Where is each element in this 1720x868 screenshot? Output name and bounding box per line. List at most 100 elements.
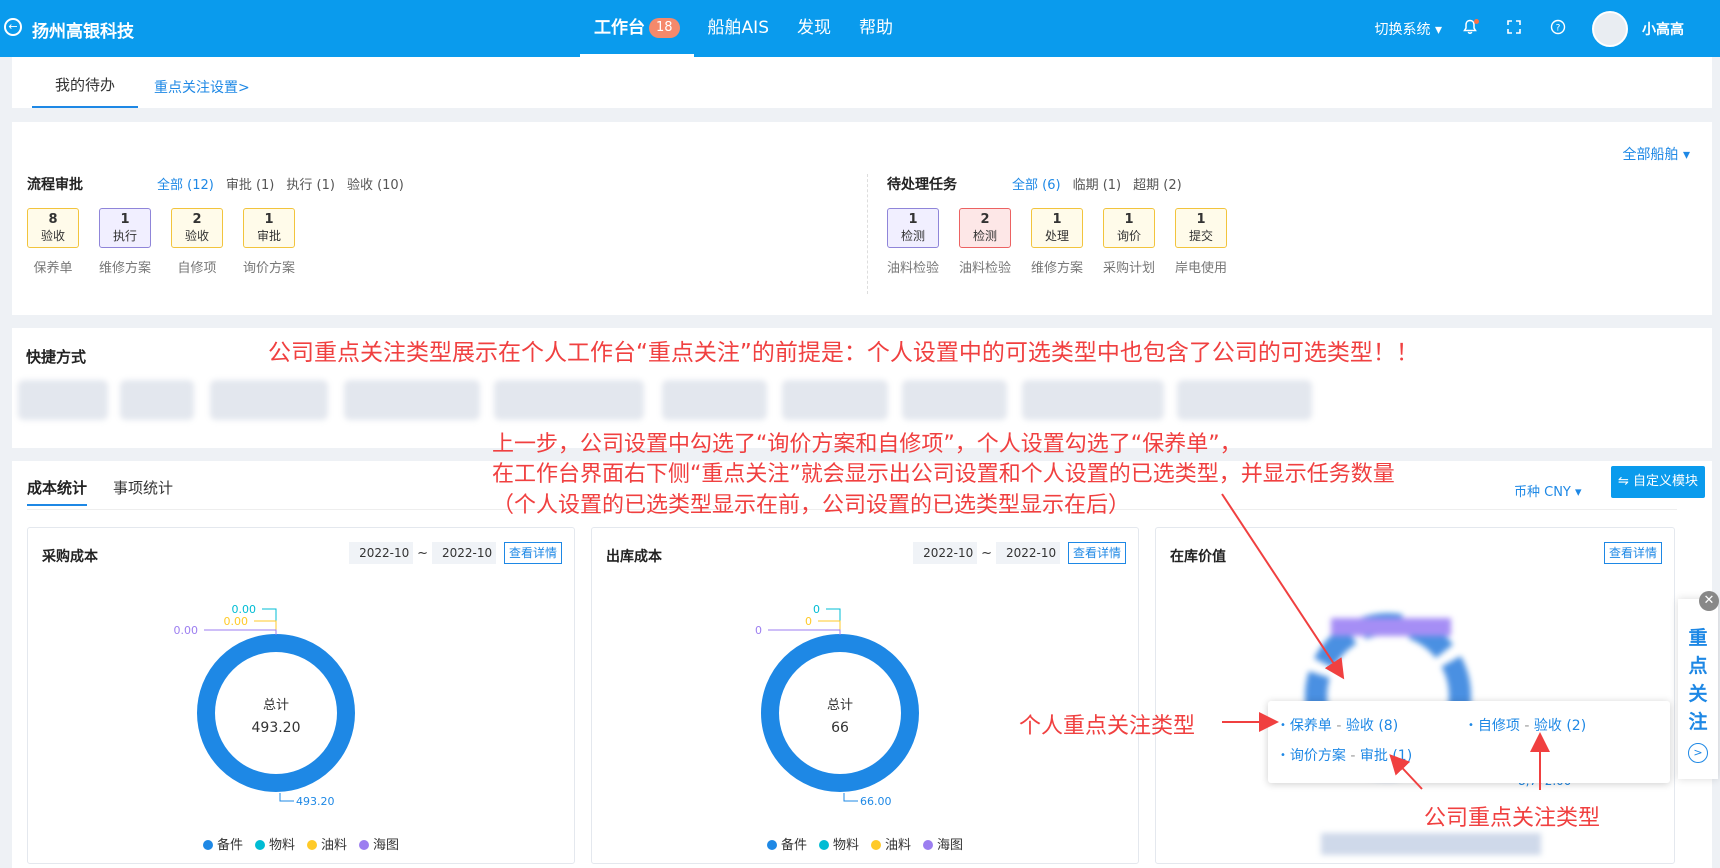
legend-item[interactable]: 海图 xyxy=(923,834,963,853)
focus-sidebar[interactable]: 重 点 关 注 > xyxy=(1678,599,1718,779)
pending-tasks-cards: 1 检测 油料检验 2 检测 油料检验 1 处理 维修方案 1 询价 采购计划 1 提交 岸电使用 xyxy=(887,208,1247,276)
tab-my-todo[interactable]: 我的待办 xyxy=(32,57,138,108)
filter-overdue[interactable]: 超期 (2) xyxy=(1133,174,1182,193)
legend-item[interactable]: 备件 xyxy=(202,834,243,853)
card-status: 检测 xyxy=(900,229,925,243)
filter-due-soon[interactable]: 临期 (1) xyxy=(1073,174,1122,193)
label-leader xyxy=(843,793,858,802)
card-count: 1 xyxy=(1196,212,1206,227)
legend-dot xyxy=(359,840,370,850)
svg-text:?: ? xyxy=(1556,23,1561,33)
annotation-top: 公司重点关注类型展示在个人工作台“重点关注”的前提是：个人设置中的可选类型中也包… xyxy=(268,340,1419,366)
all-ships-dropdown[interactable]: 全部船舶 ▾ xyxy=(1623,144,1690,164)
shortcut-item-blurred[interactable] xyxy=(782,380,888,420)
shortcut-item-blurred[interactable] xyxy=(18,380,108,420)
data-label: 0.00 xyxy=(174,624,199,637)
switch-system-dropdown[interactable]: 切换系统 ▾ xyxy=(1375,19,1442,39)
focus-type: 保养单 xyxy=(1289,718,1332,734)
annotation-line1: 上一步，公司设置中勾选了“询价方案和自修项”，个人设置勾选了“保养单”， xyxy=(492,432,1242,457)
legend-label: 油料 xyxy=(321,838,348,853)
task-card[interactable]: 1 询价 采购计划 xyxy=(1103,208,1155,276)
legend-item[interactable]: 油料 xyxy=(307,834,347,853)
card-label: 询价方案 xyxy=(243,261,296,276)
card-status: 检测 xyxy=(972,229,997,243)
focus-count: (2) xyxy=(1566,718,1587,734)
help-icon[interactable]: ? xyxy=(1548,19,1568,39)
currency-dropdown[interactable]: 币种 CNY ▾ xyxy=(1514,481,1582,500)
approval-card[interactable]: 1 执行 维修方案 xyxy=(99,208,151,276)
shortcut-item-blurred[interactable] xyxy=(494,380,644,420)
approval-card[interactable]: 8 验收 保养单 xyxy=(27,208,79,276)
focus-type: 自修项 xyxy=(1477,718,1520,734)
focus-item-self-repair[interactable]: 自修项 - 验收 (2) xyxy=(1468,715,1586,735)
main-nav: 工作台 18 船舶AIS 发现 帮助 xyxy=(580,0,907,57)
shortcut-item-blurred[interactable] xyxy=(1022,380,1164,420)
task-card[interactable]: 1 处理 维修方案 xyxy=(1031,208,1083,276)
tab-cost-stats[interactable]: 成本统计 xyxy=(27,477,88,506)
donut-slice xyxy=(197,634,355,792)
filter-accept[interactable]: 验收 (10) xyxy=(347,174,404,193)
focus-sep: - xyxy=(1336,718,1342,734)
shortcut-item-blurred[interactable] xyxy=(210,380,328,420)
pending-tasks-filters: 全部 (6) 临期 (1) 超期 (2) xyxy=(1012,174,1182,193)
label-leader xyxy=(826,608,841,635)
focus-item-maintenance[interactable]: 保养单 - 验收 (8) xyxy=(1280,715,1398,735)
nav-workbench[interactable]: 工作台 18 xyxy=(580,0,694,57)
shortcut-item-blurred[interactable] xyxy=(120,380,194,420)
bell-icon[interactable] xyxy=(1460,18,1480,39)
approval-card[interactable]: 2 验收 自修项 xyxy=(171,208,223,276)
shortcut-item-blurred[interactable] xyxy=(902,380,1007,420)
shortcut-item-blurred[interactable] xyxy=(662,380,767,420)
nav-workbench-label: 工作台 xyxy=(594,18,645,38)
nav-discover[interactable]: 发现 xyxy=(783,0,845,57)
shortcut-item-blurred[interactable] xyxy=(1177,380,1312,420)
pending-tasks-title: 待处理任务 xyxy=(887,177,957,193)
user-avatar[interactable] xyxy=(1592,10,1628,47)
tab-item-stats[interactable]: 事项统计 xyxy=(113,477,173,506)
filter-all[interactable]: 全部 (6) xyxy=(1012,174,1061,193)
focus-item-inquiry[interactable]: 询价方案 - 审批 (1) xyxy=(1280,745,1412,765)
shortcut-item-blurred[interactable] xyxy=(344,380,480,420)
back-icon[interactable]: ← xyxy=(4,18,22,36)
filter-all[interactable]: 全部 (12) xyxy=(157,174,214,193)
card-status: 询价 xyxy=(1116,229,1141,243)
nav-ship-ais[interactable]: 船舶AIS xyxy=(694,0,783,57)
user-name[interactable]: 小高高 xyxy=(1642,19,1684,39)
expand-arrow-icon[interactable]: > xyxy=(1688,743,1708,763)
donut-slice xyxy=(761,634,919,792)
blurred-legend xyxy=(1321,833,1541,855)
legend-dot xyxy=(871,840,881,850)
legend-item[interactable]: 物料 xyxy=(254,834,295,853)
label-leader xyxy=(204,629,277,635)
process-approval-group: 流程审批 全部 (12) 审批 (1) 执行 (1) 验收 (10) 8 验收 保养… xyxy=(27,174,827,276)
process-approval-cards: 8 验收 保养单 1 执行 维修方案 2 验收 自修项 1 审批 询价方案 xyxy=(27,208,315,276)
fullscreen-icon[interactable] xyxy=(1504,19,1524,39)
data-label: 0 xyxy=(755,624,762,637)
notification-dot xyxy=(1474,18,1479,24)
nav-help[interactable]: 帮助 xyxy=(845,0,907,57)
custom-module-button[interactable]: ⇋ 自定义模块 xyxy=(1611,466,1705,498)
center-label: 总计 xyxy=(827,698,853,713)
card-count: 1 xyxy=(1052,212,1062,227)
process-approval-filters: 全部 (12) 审批 (1) 执行 (1) 验收 (10) xyxy=(157,174,404,193)
task-card[interactable]: 1 检测 油料检验 xyxy=(887,208,939,276)
card-count: 1 xyxy=(264,212,274,227)
legend-item[interactable]: 海图 xyxy=(359,834,399,853)
close-icon[interactable]: ✕ xyxy=(1699,591,1719,611)
annotation-personal: 个人重点关注类型 xyxy=(1019,714,1196,739)
data-label: 66.00 xyxy=(860,795,892,808)
focus-count: (8) xyxy=(1378,718,1399,734)
legend-item[interactable]: 油料 xyxy=(871,834,911,853)
task-card[interactable]: 1 提交 岸电使用 xyxy=(1175,208,1227,276)
focus-settings-link[interactable]: 重点关注设置> xyxy=(154,77,250,97)
filter-execute[interactable]: 执行 (1) xyxy=(286,174,335,193)
filter-approve[interactable]: 审批 (1) xyxy=(226,174,275,193)
task-card[interactable]: 2 检测 油料检验 xyxy=(959,208,1011,276)
todo-tab-strip: 我的待办 重点关注设置> xyxy=(12,57,1712,108)
card-label: 保养单 xyxy=(33,261,73,276)
legend-item[interactable]: 备件 xyxy=(766,834,807,853)
card-label: 油料检验 xyxy=(959,261,1012,276)
center-label: 总计 xyxy=(263,698,289,713)
approval-card[interactable]: 1 审批 询价方案 xyxy=(243,208,295,276)
legend-item[interactable]: 物料 xyxy=(818,834,859,853)
